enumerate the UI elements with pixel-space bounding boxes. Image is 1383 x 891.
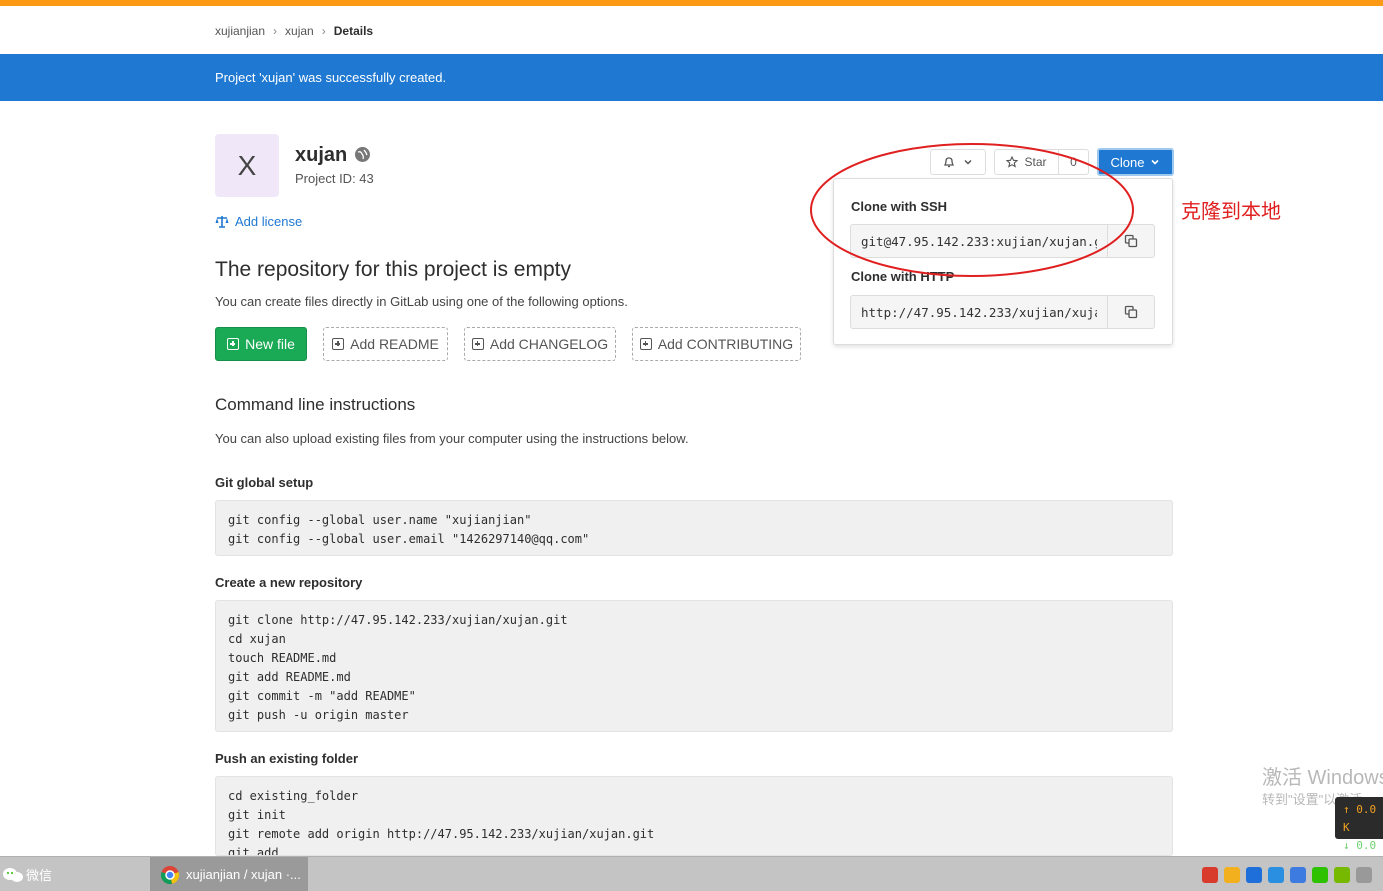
breadcrumb: xujianjian › xujan › Details (215, 24, 373, 38)
cli-description: You can also upload existing files from … (215, 431, 689, 446)
upload-speed: ↑ 0.0 K (1343, 803, 1377, 834)
copy-http-button[interactable] (1107, 295, 1155, 329)
new-file-label: New file (245, 336, 295, 352)
annotation-text: 克隆到本地 (1181, 199, 1281, 223)
empty-repo-title: The repository for this project is empty (215, 258, 571, 281)
wifi-icon[interactable] (1356, 867, 1372, 883)
project-avatar[interactable]: X (215, 134, 279, 197)
tray-app-icon[interactable] (1290, 867, 1306, 883)
top-accent-bar (0, 0, 1383, 6)
add-changelog-button[interactable]: Add CHANGELOG (464, 327, 616, 361)
add-readme-button[interactable]: Add README (323, 327, 448, 361)
breadcrumb-current[interactable]: Details (334, 24, 373, 38)
notification-dropdown[interactable] (930, 149, 986, 175)
plus-square-icon (332, 338, 345, 350)
plus-square-icon (227, 338, 240, 350)
wechat-icon (3, 867, 23, 882)
project-name: xujan (295, 144, 348, 166)
clone-button[interactable]: Clone (1097, 148, 1174, 176)
add-license-label: Add license (235, 214, 303, 229)
global-setup-title: Git global setup (215, 475, 314, 490)
clone-http-label: Clone with HTTP (851, 269, 955, 284)
chevron-down-icon (1151, 159, 1160, 165)
chrome-icon (160, 865, 180, 884)
clone-ssh-label: Clone with SSH (851, 199, 948, 214)
breadcrumb-group[interactable]: xujianjian (215, 24, 265, 38)
existing-folder-title: Push an existing folder (215, 751, 359, 766)
cli-title: Command line instructions (215, 395, 416, 414)
clone-ssh-input[interactable] (850, 224, 1108, 258)
scale-icon (215, 215, 229, 228)
clone-label: Clone (1110, 154, 1145, 170)
clone-dropdown: Clone with SSH Clone with HTTP (833, 178, 1173, 345)
copy-icon (1124, 234, 1138, 248)
alert-message: Project 'xujan' was successfully created… (215, 70, 447, 85)
activation-watermark-title: 激活 Windows (1262, 767, 1383, 789)
taskbar: 微信 xujianjian / xujan ·... (0, 856, 1383, 891)
chevron-down-icon (964, 159, 972, 165)
wechat-icon[interactable] (1312, 867, 1328, 883)
new-repo-code[interactable]: git clone http://47.95.142.233/xujian/xu… (215, 600, 1173, 732)
star-icon (1006, 156, 1019, 168)
add-contributing-button[interactable]: Add CONTRIBUTING (632, 327, 801, 361)
chevron-right-icon: › (321, 24, 326, 38)
star-button[interactable]: Star (994, 149, 1059, 175)
clone-http-input[interactable] (850, 295, 1108, 329)
chevron-right-icon: › (273, 24, 278, 38)
taskbar-chrome-label: xujianjian / xujan ·... (186, 867, 301, 882)
tray-app-icon[interactable] (1268, 867, 1284, 883)
breadcrumb-project[interactable]: xujan (285, 24, 314, 38)
global-setup-code[interactable]: git config --global user.name "xujianjia… (215, 500, 1173, 556)
copy-ssh-button[interactable] (1107, 224, 1155, 258)
network-speed-widget: ↑ 0.0 K ↓ 0.0 K (1335, 797, 1383, 870)
success-alert: Project 'xujan' was successfully created… (0, 54, 1383, 101)
taskbar-wechat[interactable]: 微信 (2, 865, 52, 884)
add-license-link[interactable]: Add license (215, 214, 302, 229)
plus-square-icon (639, 338, 652, 350)
tray-app-icon[interactable] (1246, 867, 1262, 883)
new-repo-title: Create a new repository (215, 575, 363, 590)
system-tray (1202, 867, 1372, 883)
plus-square-icon (471, 338, 484, 350)
project-id: Project ID: 43 (295, 171, 374, 186)
nvidia-icon[interactable] (1334, 867, 1350, 883)
taskbar-wechat-label: 微信 (26, 868, 53, 883)
taskbar-chrome[interactable]: xujianjian / xujan ·... (150, 857, 308, 891)
add-changelog-label: Add CHANGELOG (489, 336, 609, 352)
globe-icon (355, 147, 370, 162)
existing-folder-code[interactable]: cd existing_folder git init git remote a… (215, 776, 1173, 856)
tray-app-icon[interactable] (1224, 867, 1240, 883)
empty-repo-description: You can create files directly in GitLab … (215, 294, 628, 309)
copy-icon (1124, 305, 1138, 319)
bell-icon (943, 157, 955, 168)
tray-app-icon[interactable] (1202, 867, 1218, 883)
new-file-button[interactable]: New file (215, 327, 307, 361)
add-contributing-label: Add CONTRIBUTING (657, 336, 794, 352)
star-count[interactable]: 0 (1058, 149, 1089, 175)
add-readme-label: Add README (350, 336, 439, 352)
star-label: Star (1024, 155, 1047, 169)
